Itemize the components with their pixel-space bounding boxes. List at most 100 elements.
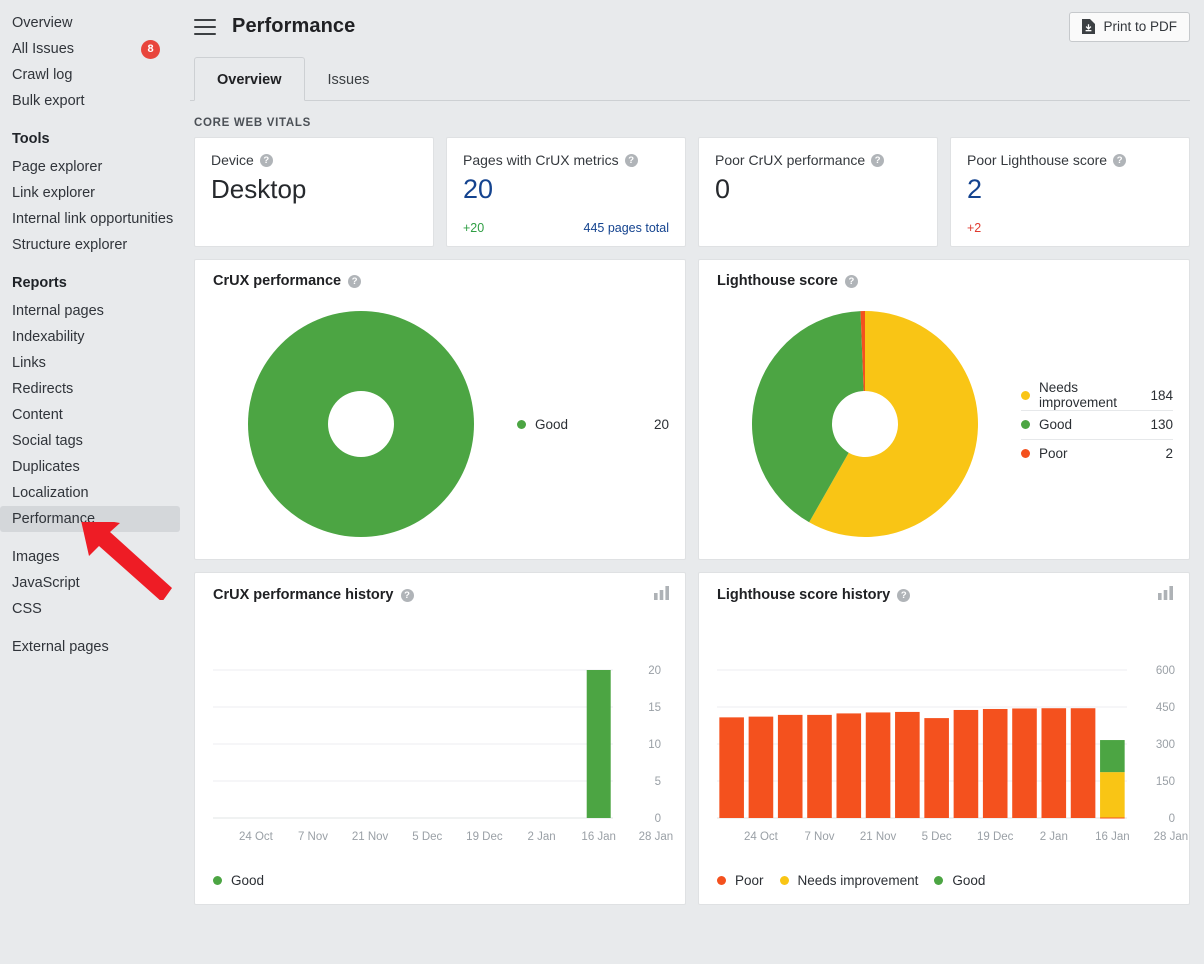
crux-history-card-header: CrUX performance history ? [195, 573, 685, 604]
legend-item[interactable]: Poor [717, 873, 764, 888]
kpi-title: Poor CrUX performance? [715, 152, 921, 168]
tab-bar: Overview Issues [190, 53, 1190, 101]
kpi-title: Poor Lighthouse score? [967, 152, 1173, 168]
sidebar-item-css[interactable]: CSS [0, 596, 180, 622]
crux-performance-card-header: CrUX performance ? [195, 260, 685, 289]
legend-item[interactable]: Good [213, 873, 264, 888]
help-icon[interactable]: ? [259, 153, 273, 167]
sidebar-item-label: Images [12, 549, 60, 565]
sidebar-item-structure-explorer[interactable]: Structure explorer [0, 232, 180, 258]
legend-row: Good 20 [517, 410, 669, 439]
legend-label: Poor [1039, 446, 1068, 461]
app-root: Overview All Issues 8 Crawl log Bulk export T… [0, 0, 1204, 964]
svg-text:16 Jan: 16 Jan [1095, 831, 1130, 843]
legend-label: Good [535, 416, 569, 432]
legend-row: Poor 2 [1021, 438, 1173, 468]
kpi-card-pages-with-crux-metrics: Pages with CrUX metrics? 20 +20 445 pages t… [446, 137, 686, 247]
lighthouse-score-card-header: Lighthouse score ? [699, 260, 1189, 289]
sidebar-item-internal-link-opportunities[interactable]: Internal link opportunities [0, 206, 180, 232]
svg-text:24 Oct: 24 Oct [744, 831, 779, 843]
tab-issues[interactable]: Issues [305, 57, 393, 101]
sidebar-group-reports: Reports [12, 275, 67, 291]
kpi-card-poor-crux-performance: Poor CrUX performance? 0 [698, 137, 938, 247]
help-icon[interactable]: ? [897, 588, 911, 602]
legend-label: Poor [735, 873, 764, 888]
bar-chart-icon[interactable] [654, 586, 669, 604]
file-download-icon [1082, 19, 1096, 34]
svg-text:15: 15 [648, 702, 661, 714]
sidebar-item-javascript[interactable]: JavaScript [0, 570, 180, 596]
legend-label: Needs improvement [797, 873, 919, 888]
crux-performance-donut[interactable] [211, 311, 511, 537]
sidebar-item-localization[interactable]: Localization [0, 480, 180, 506]
sidebar-item-duplicates[interactable]: Duplicates [0, 454, 180, 480]
crux-performance-chart-body: Good 20 [195, 289, 685, 559]
svg-text:16 Jan: 16 Jan [581, 831, 616, 843]
svg-text:24 Oct: 24 Oct [239, 831, 274, 843]
help-icon[interactable]: ? [1113, 153, 1127, 167]
sidebar-item-link-explorer[interactable]: Link explorer [0, 180, 180, 206]
sidebar-item-indexability[interactable]: Indexability [0, 324, 180, 350]
sidebar-item-redirects[interactable]: Redirects [0, 376, 180, 402]
kpi-total-link[interactable]: 445 pages total [584, 221, 670, 235]
svg-text:19 Dec: 19 Dec [466, 831, 503, 843]
kpi-title-label: Device [211, 152, 254, 168]
sidebar-group-tools: Tools [12, 131, 50, 147]
sidebar-item-label: Bulk export [12, 93, 85, 109]
legend-value: 130 [1150, 417, 1173, 432]
crux-history-chart-body[interactable]: 0 5 10 15 20 24 Oct 7 Nov 21 Nov 5 Dec 19 Dec 2 Ja… [195, 604, 685, 904]
sidebar-item-content[interactable]: Content [0, 402, 180, 428]
kpi-title: Device? [211, 152, 417, 168]
crux-history-legend: Good [195, 873, 264, 888]
svg-text:2 Jan: 2 Jan [528, 831, 556, 843]
legend-color-dot [779, 876, 789, 885]
sidebar-item-social-tags[interactable]: Social tags [0, 428, 180, 454]
lighthouse-score-title: Lighthouse score [717, 273, 838, 289]
sidebar-item-images[interactable]: Images [0, 544, 180, 570]
print-to-pdf-label: Print to PDF [1103, 19, 1177, 34]
lighthouse-history-title: Lighthouse score history [717, 587, 891, 603]
print-to-pdf-button[interactable]: Print to PDF [1069, 11, 1190, 42]
tab-overview[interactable]: Overview [194, 57, 305, 101]
help-icon[interactable]: ? [348, 274, 362, 288]
help-icon[interactable]: ? [871, 153, 885, 167]
help-icon[interactable]: ? [624, 153, 638, 167]
crux-performance-card: CrUX performance ? Good 20 [194, 259, 686, 560]
legend-color-dot [934, 876, 944, 885]
sidebar-item-links[interactable]: Links [0, 350, 180, 376]
legend-item[interactable]: Good [934, 873, 985, 888]
svg-text:21 Nov: 21 Nov [352, 831, 389, 843]
bar-chart-icon[interactable] [1158, 586, 1173, 604]
sidebar-item-external-pages[interactable]: External pages [0, 634, 180, 660]
crux-history-title: CrUX performance history [213, 587, 394, 603]
kpi-footer: +2 [967, 221, 1173, 235]
sidebar-item-label: Localization [12, 485, 89, 501]
svg-text:0: 0 [655, 813, 661, 825]
sidebar-item-label: Link explorer [12, 185, 96, 201]
sidebar-item-label: Indexability [12, 329, 85, 345]
lighthouse-history-chart-body[interactable]: 0 150 300 450 600 24 Oct 7 Nov 21 Nov 5 Dec 19 De… [699, 604, 1189, 904]
sidebar-item-all-issues[interactable]: All Issues 8 [0, 36, 180, 62]
sidebar-item-crawl-log[interactable]: Crawl log [0, 62, 180, 88]
sidebar-item-label: Content [12, 407, 63, 423]
svg-text:21 Nov: 21 Nov [860, 831, 897, 843]
legend-color-dot [213, 876, 222, 885]
legend-item[interactable]: Needs improvement [779, 873, 919, 888]
sidebar-item-label: JavaScript [12, 575, 80, 591]
sidebar-item-bulk-export[interactable]: Bulk export [0, 88, 180, 114]
sidebar-badge-count: 8 [141, 39, 160, 59]
svg-text:150: 150 [1156, 776, 1175, 788]
sidebar-item-page-explorer[interactable]: Page explorer [0, 154, 180, 180]
svg-text:20: 20 [648, 665, 661, 677]
legend-color-dot [517, 419, 526, 429]
help-icon[interactable]: ? [400, 588, 414, 602]
svg-text:2 Jan: 2 Jan [1040, 831, 1068, 843]
legend-label: Good [1039, 417, 1073, 432]
lighthouse-score-chart-body: Needs improvement 184 Good 130 Poor 2 [699, 289, 1189, 559]
lighthouse-score-donut[interactable] [715, 311, 1015, 537]
sidebar-item-performance[interactable]: Performance [0, 506, 180, 532]
sidebar-item-overview[interactable]: Overview [0, 10, 180, 36]
hamburger-icon[interactable] [194, 18, 216, 35]
help-icon[interactable]: ? [844, 274, 858, 288]
sidebar-item-internal-pages[interactable]: Internal pages [0, 298, 180, 324]
